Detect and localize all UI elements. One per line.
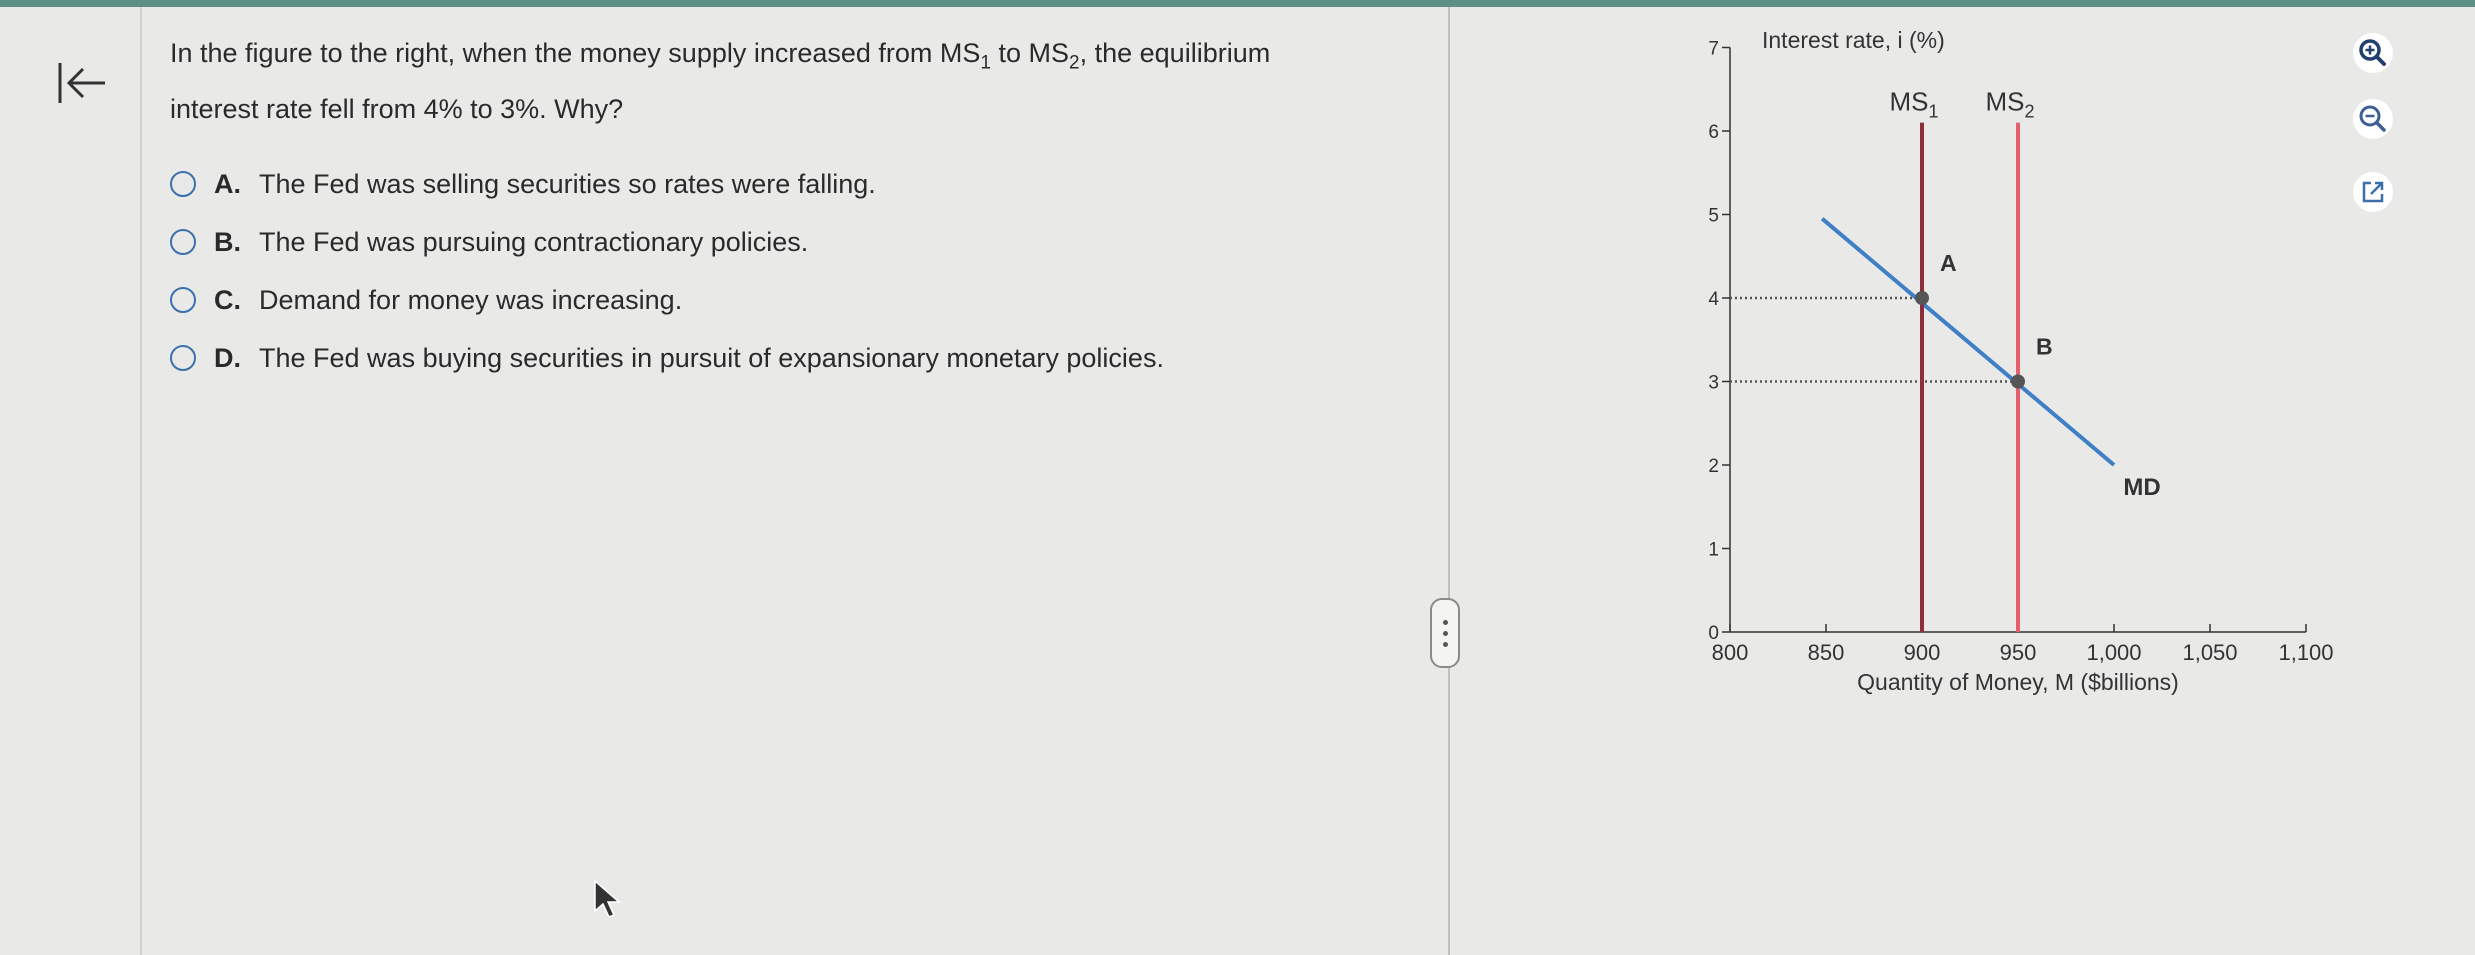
y-tick-label: 1 <box>1708 540 1719 561</box>
y-tick-label: 4 <box>1708 289 1719 310</box>
collapse-left-icon <box>58 63 105 103</box>
radio-button[interactable] <box>170 345 196 371</box>
option-label: The Fed was buying securities in pursuit… <box>259 342 1164 373</box>
series-label-subscript: 1 <box>1928 102 1938 122</box>
radio-button[interactable] <box>170 287 196 313</box>
x-tick-label: 1,100 <box>2278 640 2333 665</box>
zoom-out-icon <box>2353 99 2393 139</box>
series-label: MS2 <box>1985 87 2034 122</box>
zoom-in-icon <box>2353 33 2393 73</box>
top-accent-bar <box>0 0 2475 7</box>
y-tick-label: 5 <box>1708 206 1719 227</box>
point-label: A <box>1940 250 1957 276</box>
question-text: In the figure to the right, when the mon… <box>170 30 1370 132</box>
panel-splitter-handle[interactable] <box>1430 598 1460 668</box>
money-market-chart: 01234567800 850 900 950 1,000 1,050 1,100Inter… <box>1708 27 2333 695</box>
option-a[interactable]: A. The Fed was selling securities so rat… <box>170 155 1164 213</box>
x-tick-label: 800 <box>1712 640 1749 665</box>
series-label-subscript: 2 <box>2024 102 2034 122</box>
zoom-out-button[interactable] <box>2347 93 2399 145</box>
answer-options: A. The Fed was selling securities so rat… <box>170 155 1164 387</box>
option-label: The Fed was pursuing contractionary poli… <box>259 226 809 257</box>
x-axis-label: Quantity of Money, M ($billions) <box>1857 669 2179 695</box>
collapse-left-button[interactable] <box>50 52 112 114</box>
radio-button[interactable] <box>170 229 196 255</box>
radio-button[interactable] <box>170 171 196 197</box>
question-line-1: In the figure to the right, when the mon… <box>170 38 1271 74</box>
option-d[interactable]: D. The Fed was buying securities in purs… <box>170 329 1164 387</box>
x-tick-label: 850 <box>1808 640 1845 665</box>
series-label: MS1 <box>1889 87 1938 122</box>
equilibrium-point <box>2011 374 2025 389</box>
external-link-icon <box>2353 172 2393 212</box>
panel-divider <box>1448 7 1450 955</box>
x-tick-label: 1,000 <box>2086 640 2141 665</box>
mouse-cursor-icon <box>594 879 621 918</box>
option-c[interactable]: C. Demand for money was increasing. <box>170 271 1164 329</box>
y-axis-label: Interest rate, i (%) <box>1762 27 1945 53</box>
y-tick-label: 7 <box>1708 39 1719 60</box>
series-line <box>1820 217 2116 467</box>
x-tick-label: 1,050 <box>2182 640 2237 665</box>
option-label: Demand for money was increasing. <box>259 284 683 315</box>
equilibrium-point <box>1915 291 1929 305</box>
left-divider <box>140 7 142 955</box>
x-tick-label: 900 <box>1904 640 1941 665</box>
y-tick-label: 3 <box>1708 373 1719 394</box>
zoom-in-button[interactable] <box>2347 27 2399 79</box>
point-label: B <box>2036 334 2053 360</box>
series-label: MD <box>2123 474 2160 501</box>
option-b[interactable]: B. The Fed was pursuing contractionary p… <box>170 213 1164 271</box>
question-line-2: interest rate fell from 4% to 3%. Why? <box>170 94 624 125</box>
y-tick-label: 6 <box>1708 122 1719 143</box>
y-tick-label: 2 <box>1708 456 1719 477</box>
x-tick-label: 950 <box>2000 640 2037 665</box>
popout-button[interactable] <box>2347 166 2399 218</box>
option-label: The Fed was selling securities so rates … <box>259 168 876 199</box>
